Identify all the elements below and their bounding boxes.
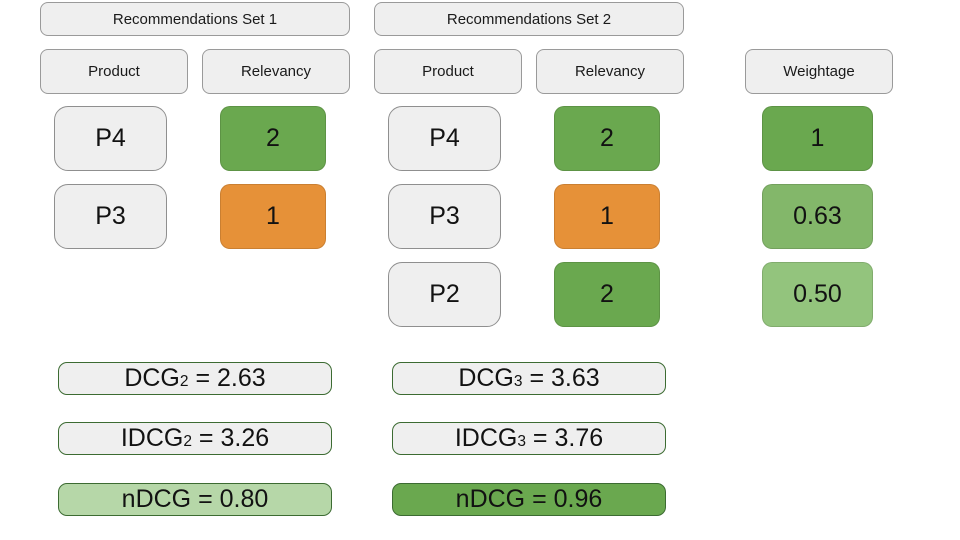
set-1-dcg-box: DCG 2 = 2.63 bbox=[58, 362, 332, 395]
set-1-relevancy-cell: 1 bbox=[220, 184, 326, 249]
set-1-relevancy-header: Relevancy bbox=[202, 49, 350, 94]
set-2-product-cell: P2 bbox=[388, 262, 501, 327]
set-1-product-cell: P4 bbox=[54, 106, 167, 171]
set-2-idcg-label: IDCG bbox=[454, 424, 518, 452]
set-2-dcg-label: DCG bbox=[458, 364, 514, 392]
set-1-idcg-equals: = bbox=[191, 424, 221, 452]
set-2-idcg-value: 3.76 bbox=[554, 424, 604, 452]
set-2-dcg-equals: = bbox=[522, 364, 551, 392]
set-2-product-cell: P4 bbox=[388, 106, 501, 171]
set-1-dcg-label: DCG bbox=[124, 364, 180, 392]
set-2-dcg-box: DCG 3 = 3.63 bbox=[392, 362, 666, 395]
set-1-dcg-subscript: 2 bbox=[179, 373, 189, 391]
set-1-dcg-value: 2.63 bbox=[217, 364, 266, 392]
ndcg-diagram: Recommendations Set 1 Product Relevancy … bbox=[0, 0, 960, 540]
set-1-title: Recommendations Set 1 bbox=[40, 2, 350, 36]
set-2-ndcg-value: 0.96 bbox=[553, 485, 603, 513]
set-2-dcg-value: 3.63 bbox=[551, 364, 600, 392]
set-2-dcg-subscript: 3 bbox=[513, 373, 523, 391]
set-2-relevancy-cell: 2 bbox=[554, 262, 660, 327]
set-2-relevancy-header: Relevancy bbox=[536, 49, 684, 94]
set-2-title: Recommendations Set 2 bbox=[374, 2, 684, 36]
set-1-idcg-subscript: 2 bbox=[183, 433, 192, 451]
set-1-relevancy-cell: 2 bbox=[220, 106, 326, 171]
weightage-header: Weightage bbox=[745, 49, 893, 94]
set-1-dcg-equals: = bbox=[188, 364, 217, 392]
set-1-product-cell: P3 bbox=[54, 184, 167, 249]
set-2-ndcg-equals: = bbox=[525, 485, 554, 513]
set-2-ndcg-box: nDCG = 0.96 bbox=[392, 483, 666, 516]
set-1-ndcg-equals: = bbox=[191, 485, 220, 513]
set-2-idcg-equals: = bbox=[525, 424, 555, 452]
set-2-product-header: Product bbox=[374, 49, 522, 94]
set-1-idcg-box: IDCG 2 = 3.26 bbox=[58, 422, 332, 455]
set-2-idcg-subscript: 3 bbox=[517, 433, 526, 451]
weightage-cell: 0.50 bbox=[762, 262, 873, 327]
set-2-ndcg-label: nDCG bbox=[455, 485, 526, 513]
set-2-product-cell: P3 bbox=[388, 184, 501, 249]
set-1-ndcg-box: nDCG = 0.80 bbox=[58, 483, 332, 516]
set-1-product-header: Product bbox=[40, 49, 188, 94]
set-2-idcg-box: IDCG 3 = 3.76 bbox=[392, 422, 666, 455]
set-1-ndcg-label: nDCG bbox=[121, 485, 192, 513]
set-1-ndcg-value: 0.80 bbox=[219, 485, 269, 513]
set-2-relevancy-cell: 1 bbox=[554, 184, 660, 249]
set-1-idcg-value: 3.26 bbox=[220, 424, 270, 452]
weightage-cell: 1 bbox=[762, 106, 873, 171]
weightage-cell: 0.63 bbox=[762, 184, 873, 249]
set-2-relevancy-cell: 2 bbox=[554, 106, 660, 171]
set-1-idcg-label: IDCG bbox=[120, 424, 184, 452]
